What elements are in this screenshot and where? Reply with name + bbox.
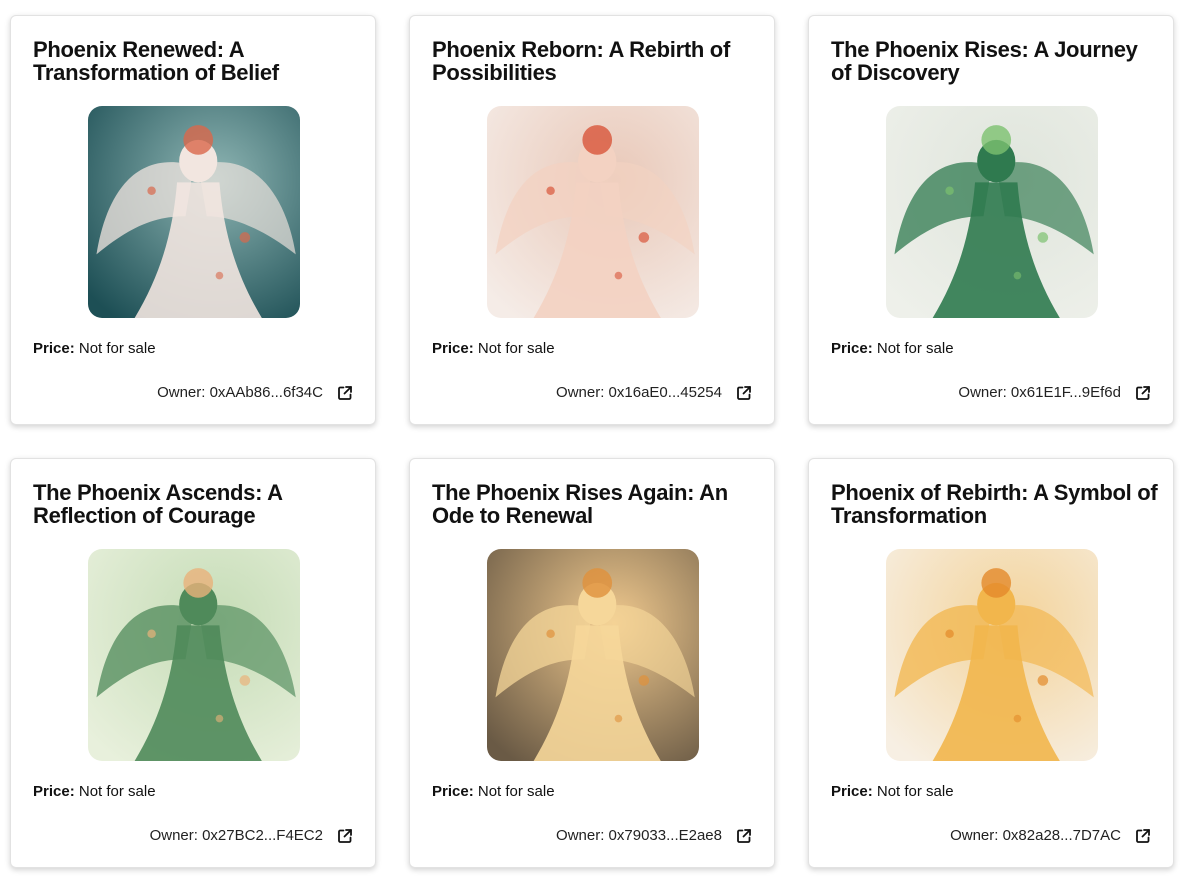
owner-row: Owner: 0x61E1F...9Ef6d — [958, 384, 1151, 401]
price-label: Price: — [432, 340, 474, 357]
external-link-icon[interactable] — [1135, 385, 1151, 401]
nft-title[interactable]: The Phoenix Rises Again: An Ode to Renew… — [432, 481, 762, 527]
owner-row: Owner: 0x27BC2...F4EC2 — [150, 827, 353, 844]
nft-title[interactable]: Phoenix Reborn: A Rebirth of Possibiliti… — [432, 38, 762, 84]
nft-image[interactable] — [886, 106, 1098, 318]
owner-address: Owner: 0xAAb86...6f34C — [157, 384, 323, 401]
nft-image[interactable] — [487, 549, 699, 761]
price-label: Price: — [831, 783, 873, 800]
price-value: Not for sale — [477, 340, 555, 357]
price-row: Price: Not for sale — [432, 783, 555, 800]
nft-card[interactable]: The Phoenix Ascends: A Reflection of Cou… — [10, 458, 376, 868]
price-row: Price: Not for sale — [831, 340, 954, 357]
nft-image[interactable] — [886, 549, 1098, 761]
owner-address: Owner: 0x61E1F...9Ef6d — [958, 384, 1121, 401]
owner-row: Owner: 0x16aE0...45254 — [556, 384, 752, 401]
owner-row: Owner: 0x82a28...7D7AC — [950, 827, 1151, 844]
price-label: Price: — [432, 783, 474, 800]
nft-card[interactable]: The Phoenix Rises Again: An Ode to Renew… — [409, 458, 775, 868]
price-label: Price: — [831, 340, 873, 357]
price-row: Price: Not for sale — [831, 783, 954, 800]
external-link-icon[interactable] — [337, 385, 353, 401]
nft-image[interactable] — [487, 106, 699, 318]
nft-title[interactable]: Phoenix Renewed: A Transformation of Bel… — [33, 38, 363, 84]
nft-title[interactable]: The Phoenix Ascends: A Reflection of Cou… — [33, 481, 363, 527]
external-link-icon[interactable] — [337, 828, 353, 844]
price-value: Not for sale — [477, 783, 555, 800]
price-value: Not for sale — [78, 340, 156, 357]
owner-row: Owner: 0xAAb86...6f34C — [157, 384, 353, 401]
owner-address: Owner: 0x16aE0...45254 — [556, 384, 722, 401]
nft-title[interactable]: The Phoenix Rises: A Journey of Discover… — [831, 38, 1161, 84]
external-link-icon[interactable] — [736, 828, 752, 844]
external-link-icon[interactable] — [736, 385, 752, 401]
price-row: Price: Not for sale — [432, 340, 555, 357]
owner-address: Owner: 0x27BC2...F4EC2 — [149, 827, 323, 844]
price-row: Price: Not for sale — [33, 340, 156, 357]
nft-title[interactable]: Phoenix of Rebirth: A Symbol of Transfor… — [831, 481, 1161, 527]
nft-image[interactable] — [88, 549, 300, 761]
external-link-icon[interactable] — [1135, 828, 1151, 844]
nft-card[interactable]: Phoenix Reborn: A Rebirth of Possibiliti… — [409, 15, 775, 425]
owner-address: Owner: 0x79033...E2ae8 — [556, 827, 722, 844]
price-row: Price: Not for sale — [33, 783, 156, 800]
nft-card[interactable]: Phoenix of Rebirth: A Symbol of Transfor… — [808, 458, 1174, 868]
price-value: Not for sale — [78, 783, 156, 800]
nft-image[interactable] — [88, 106, 300, 318]
owner-address: Owner: 0x82a28...7D7AC — [950, 827, 1121, 844]
price-label: Price: — [33, 783, 75, 800]
price-value: Not for sale — [876, 783, 954, 800]
price-label: Price: — [33, 340, 75, 357]
nft-card[interactable]: Phoenix Renewed: A Transformation of Bel… — [10, 15, 376, 425]
nft-card-grid: Phoenix Renewed: A Transformation of Bel… — [0, 0, 1200, 880]
owner-row: Owner: 0x79033...E2ae8 — [556, 827, 752, 844]
nft-card[interactable]: The Phoenix Rises: A Journey of Discover… — [808, 15, 1174, 425]
price-value: Not for sale — [876, 340, 954, 357]
